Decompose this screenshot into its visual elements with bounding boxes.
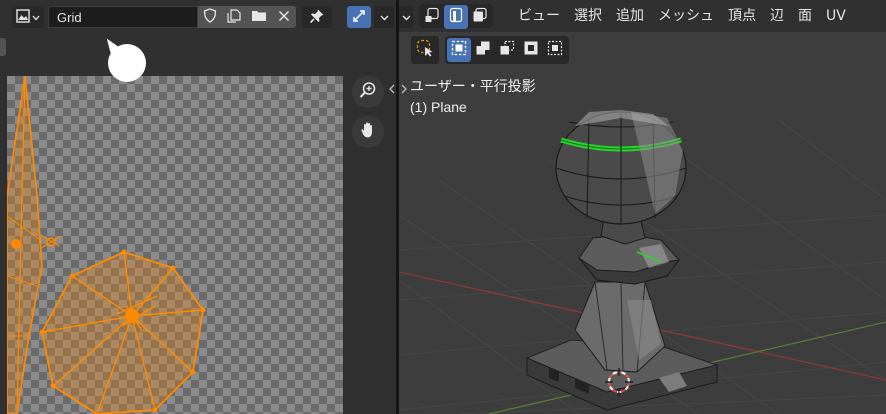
uv-sync-selection-button[interactable] bbox=[347, 6, 371, 28]
open-image-button[interactable] bbox=[246, 6, 272, 28]
select-subtract-icon bbox=[499, 40, 515, 60]
fake-user-button[interactable] bbox=[198, 6, 222, 28]
menu-vertex[interactable]: 頂点 bbox=[721, 0, 763, 32]
vertex-select-button[interactable] bbox=[420, 5, 444, 29]
pan-hand-icon bbox=[359, 121, 377, 143]
3d-viewport[interactable]: ビュー 選択 追加 メッシュ 頂点 辺 面 UV ユーザー・平行投影 (1) P… bbox=[399, 0, 886, 414]
tweak-select-icon bbox=[416, 39, 434, 61]
tweak-select-button[interactable] bbox=[411, 36, 439, 64]
region-toggle-arrows[interactable] bbox=[388, 82, 408, 98]
zoom-icon bbox=[359, 81, 377, 103]
select-extend-icon bbox=[475, 40, 491, 60]
pan-view-button[interactable] bbox=[352, 116, 384, 148]
select-intersect-button[interactable] bbox=[543, 38, 567, 62]
select-new-icon bbox=[451, 40, 467, 60]
select-subtract-button[interactable] bbox=[495, 38, 519, 62]
vertex-select-icon bbox=[424, 7, 440, 27]
select-invert-button[interactable] bbox=[519, 38, 543, 62]
chevron-down-icon bbox=[380, 10, 389, 24]
viewport-header: ビュー 選択 追加 メッシュ 頂点 辺 面 UV bbox=[399, 0, 886, 32]
face-select-icon bbox=[472, 7, 488, 27]
pin-button[interactable] bbox=[302, 6, 332, 28]
chevron-down-icon bbox=[402, 10, 411, 24]
menu-edge[interactable]: 辺 bbox=[763, 0, 791, 32]
image-name-field[interactable] bbox=[48, 6, 198, 28]
select-intersect-icon bbox=[547, 40, 563, 60]
view-projection-label: ユーザー・平行投影 bbox=[410, 79, 536, 95]
editor-type-dropdown[interactable] bbox=[399, 6, 413, 28]
menu-face[interactable]: 面 bbox=[791, 0, 819, 32]
uv-image-canvas[interactable] bbox=[7, 76, 343, 414]
chevron-down-icon bbox=[32, 10, 40, 24]
uv-island-disk bbox=[39, 249, 206, 414]
uv-sync-dropdown[interactable] bbox=[374, 6, 394, 28]
tool-header bbox=[411, 36, 569, 64]
edge-select-button[interactable] bbox=[444, 5, 468, 29]
duplicate-image-icon bbox=[227, 8, 241, 26]
open-folder-icon bbox=[251, 9, 267, 25]
select-new-button[interactable] bbox=[447, 38, 471, 62]
image-type-icon bbox=[16, 8, 30, 26]
select-invert-icon bbox=[523, 40, 539, 60]
zoom-view-button[interactable] bbox=[352, 76, 384, 108]
menu-mesh[interactable]: メッシュ bbox=[651, 0, 721, 32]
edge-select-icon bbox=[448, 7, 464, 27]
toolbar-collapsed-tab[interactable] bbox=[0, 38, 6, 56]
unlink-image-button[interactable] bbox=[272, 6, 296, 28]
select-extend-button[interactable] bbox=[471, 38, 495, 62]
menu-add[interactable]: 追加 bbox=[609, 0, 651, 32]
uv-mesh-overlay bbox=[7, 76, 206, 414]
duplicate-image-button[interactable] bbox=[222, 6, 246, 28]
uv-editor-header bbox=[0, 0, 396, 34]
viewport-menu-bar: ビュー 選択 追加 メッシュ 頂点 辺 面 UV bbox=[511, 0, 853, 32]
uv-sync-selection-icon bbox=[351, 8, 367, 27]
menu-view[interactable]: ビュー bbox=[511, 0, 567, 32]
fake-user-shield-icon bbox=[203, 8, 217, 26]
menu-uv[interactable]: UV bbox=[819, 0, 853, 32]
uv-editor-area bbox=[0, 0, 396, 414]
selection-mode-group bbox=[445, 36, 569, 64]
image-type-button[interactable] bbox=[12, 6, 44, 28]
active-object-label: (1) Plane bbox=[410, 99, 467, 115]
face-select-button[interactable] bbox=[468, 5, 492, 29]
select-mode-group bbox=[419, 4, 493, 29]
unlink-close-icon bbox=[278, 10, 290, 25]
cursor-tooltip-bubble bbox=[108, 44, 146, 82]
pin-icon bbox=[309, 8, 325, 27]
menu-select[interactable]: 選択 bbox=[567, 0, 609, 32]
